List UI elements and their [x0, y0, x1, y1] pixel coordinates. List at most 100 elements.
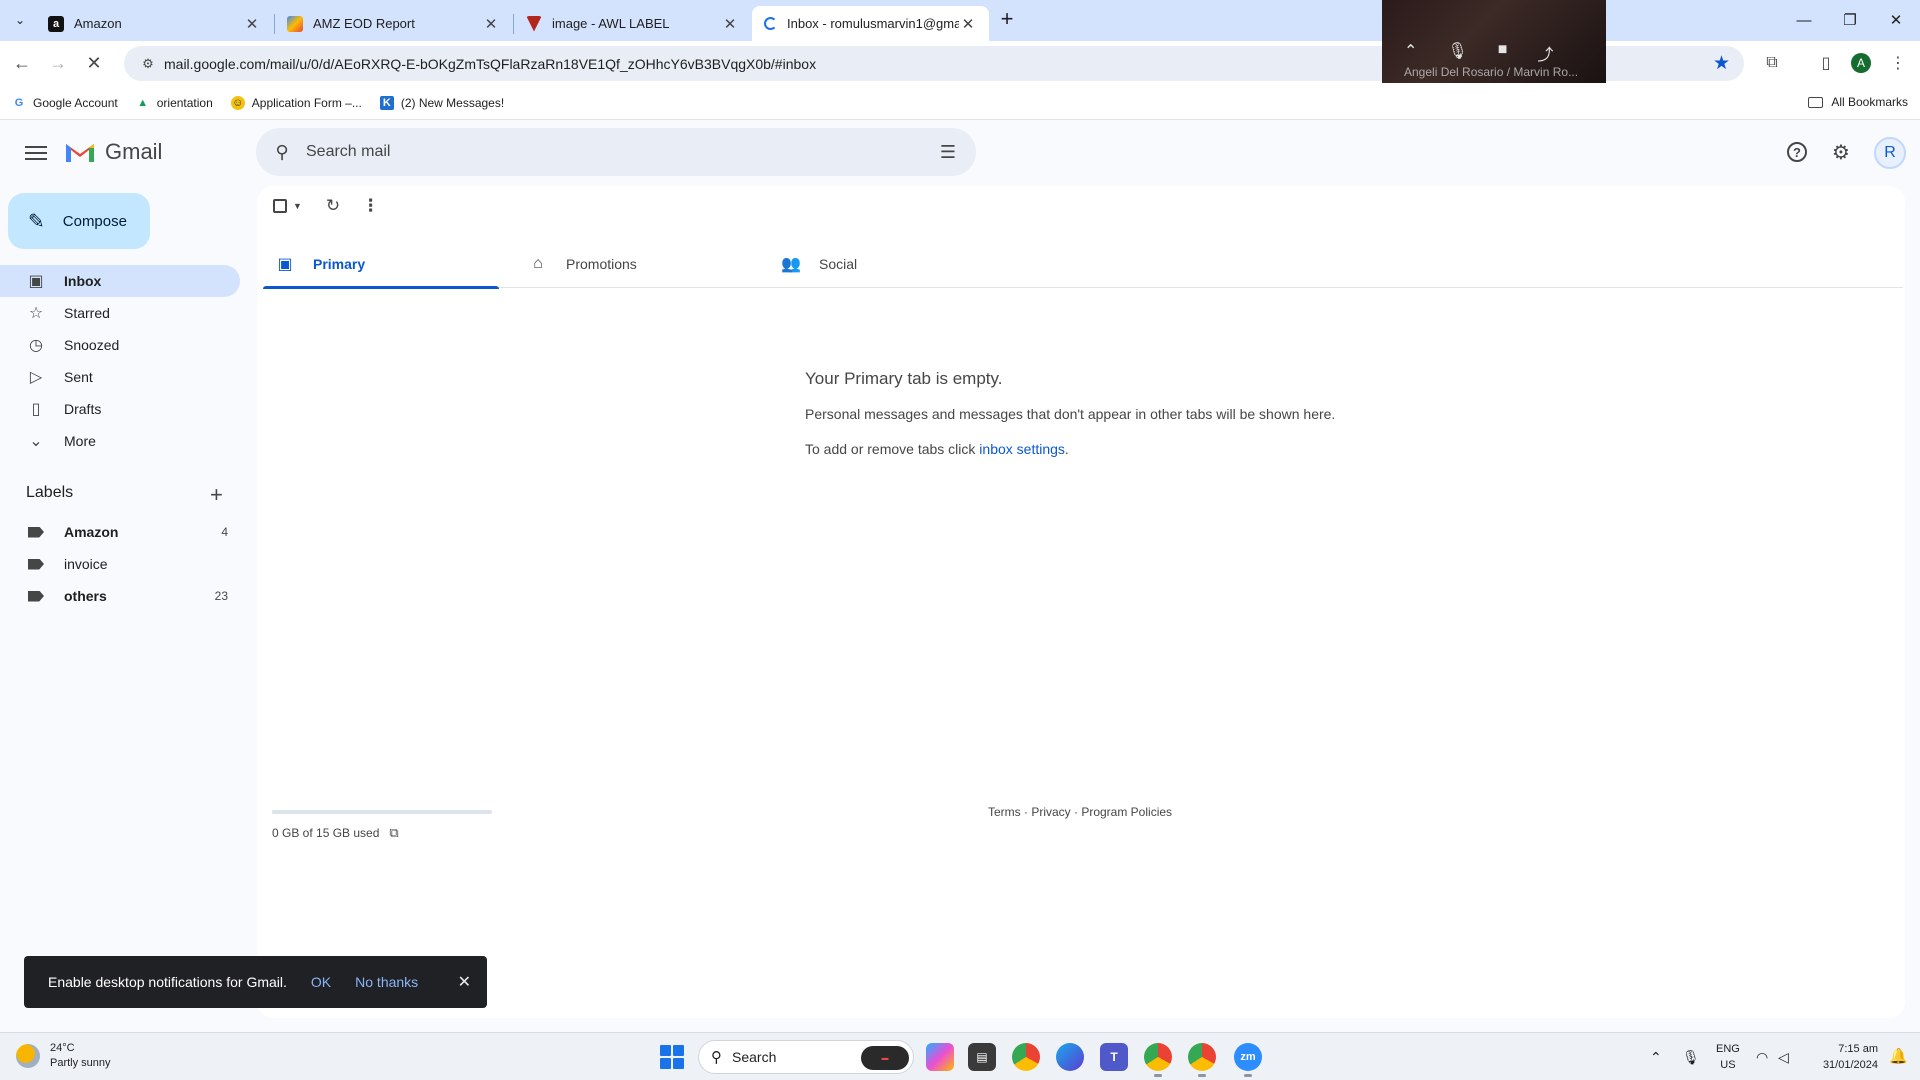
- mic-muted-icon[interactable]: 🎙: [1447, 41, 1467, 65]
- restore-icon[interactable]: ❐: [1827, 0, 1873, 40]
- close-tab-icon[interactable]: ✕: [243, 15, 261, 33]
- bookmark-new-messages[interactable]: K (2) New Messages!: [379, 95, 504, 110]
- footer-links[interactable]: Terms · Privacy · Program Policies: [988, 805, 1172, 819]
- gmail-logo[interactable]: Gmail: [64, 139, 162, 165]
- snackbar-message: Enable desktop notifications for Gmail.: [48, 974, 287, 990]
- chrome-profile-b-icon[interactable]: [1188, 1043, 1216, 1077]
- taskbar-search[interactable]: ⚲ Search ▬: [698, 1040, 914, 1074]
- forward-arrow-icon[interactable]: →: [44, 49, 72, 77]
- camera-icon[interactable]: ■: [1498, 41, 1508, 65]
- avatar-initial: R: [1884, 144, 1896, 161]
- nav-more[interactable]: ⌄ More: [0, 425, 240, 457]
- account-avatar[interactable]: R: [1874, 137, 1906, 169]
- search-mail-bar[interactable]: ⚲ Search mail ☰: [256, 128, 976, 176]
- close-tab-icon[interactable]: ✕: [959, 15, 977, 33]
- stop-loading-icon[interactable]: ✕: [80, 49, 108, 77]
- browser-tab-awl-label[interactable]: image - AWL LABEL ✕: [514, 6, 751, 41]
- wifi-icon[interactable]: ◠: [1756, 1033, 1768, 1080]
- search-options-icon[interactable]: ☰: [928, 142, 968, 163]
- hint-text: To add or remove tabs click: [805, 441, 980, 457]
- refresh-icon[interactable]: ↻: [326, 196, 340, 216]
- system-clock[interactable]: 7:15 am 31/01/2024: [1823, 1041, 1878, 1073]
- weather-widget[interactable]: 24°C Partly sunny: [16, 1041, 111, 1071]
- close-tab-icon[interactable]: ✕: [482, 15, 500, 33]
- url-text[interactable]: mail.google.com/mail/u/0/d/AEoRXRQ-E-bOK…: [164, 56, 816, 72]
- extensions-icon[interactable]: ⧉: [1758, 49, 1786, 77]
- search-input[interactable]: Search mail: [306, 143, 928, 161]
- label-others[interactable]: others 23: [0, 580, 240, 612]
- settings-gear-icon[interactable]: ⚙: [1827, 138, 1855, 166]
- volume-icon[interactable]: ◁: [1778, 1033, 1789, 1080]
- new-tab-button[interactable]: +: [995, 8, 1019, 32]
- label-amazon[interactable]: Amazon 4: [0, 516, 240, 548]
- bookmark-star-icon[interactable]: ★: [1713, 52, 1730, 75]
- edge-icon[interactable]: [1056, 1043, 1084, 1071]
- back-arrow-icon[interactable]: ←: [8, 49, 36, 77]
- clock-icon: ◷: [29, 337, 43, 354]
- nav-starred[interactable]: ☆ Starred: [0, 297, 240, 329]
- bookmark-label: orientation: [156, 95, 213, 110]
- snackbar-no-thanks-button[interactable]: No thanks: [355, 974, 418, 990]
- all-bookmarks-button[interactable]: All Bookmarks: [1808, 95, 1908, 109]
- minimize-icon[interactable]: —: [1781, 0, 1827, 40]
- label-invoice[interactable]: invoice: [0, 548, 240, 580]
- more-options-icon[interactable]: ⋮: [362, 196, 379, 216]
- windows-start-icon[interactable]: [660, 1045, 684, 1069]
- microphone-icon[interactable]: 🎙: [1682, 1033, 1700, 1080]
- search-highlight-badge: ▬: [861, 1046, 909, 1070]
- form-icon: ☺: [230, 95, 245, 110]
- snackbar-close-icon[interactable]: ✕: [458, 972, 471, 992]
- labels-heading: Labels: [26, 484, 74, 501]
- browser-toolbar: ← → ✕ ⚙ mail.google.com/mail/u/0/d/AEoRX…: [0, 41, 1920, 86]
- show-hidden-icons-chevron-icon[interactable]: ⌃: [1650, 1033, 1662, 1080]
- bookmark-orientation[interactable]: ▲ orientation: [136, 96, 213, 110]
- nav-sent[interactable]: ▷ Sent: [0, 361, 240, 393]
- bookmark-application-form[interactable]: ☺ Application Form –...: [230, 95, 362, 110]
- chevron-up-icon[interactable]: ⌃: [1404, 41, 1417, 65]
- tab-promotions[interactable]: ⌂ Promotions: [516, 240, 752, 288]
- close-window-icon[interactable]: ✕: [1873, 0, 1919, 40]
- compose-button[interactable]: ✎ Compose: [8, 193, 150, 249]
- copilot-icon[interactable]: [926, 1043, 954, 1071]
- select-dropdown-icon[interactable]: ▼: [293, 201, 302, 211]
- chrome-icon[interactable]: [1012, 1043, 1040, 1071]
- video-call-overlay[interactable]: ⌃ 🎙 ■ ⤴ Angeli Del Rosario / Marvin Ro..…: [1382, 0, 1606, 83]
- search-icon[interactable]: ⚲: [270, 142, 294, 163]
- open-in-new-icon[interactable]: ⧉: [389, 825, 398, 841]
- chrome-profile-a-icon[interactable]: [1144, 1043, 1172, 1077]
- create-label-plus-icon[interactable]: +: [210, 482, 223, 508]
- main-menu-icon[interactable]: [22, 142, 50, 166]
- notification-bell-icon[interactable]: 🔔: [1889, 1047, 1908, 1065]
- label-tag-icon: [28, 558, 44, 570]
- profile-button[interactable]: A: [1847, 49, 1875, 77]
- zoom-icon[interactable]: zm: [1234, 1043, 1262, 1077]
- chevron-down-icon: ⌄: [29, 433, 43, 450]
- nav-label: Starred: [64, 305, 110, 321]
- input-language-indicator[interactable]: ENG US: [1716, 1041, 1740, 1073]
- nav-inbox[interactable]: ▣ Inbox: [0, 265, 240, 297]
- profile-avatar: A: [1851, 53, 1871, 73]
- nav-snoozed[interactable]: ◷ Snoozed: [0, 329, 240, 361]
- side-panel-icon[interactable]: ▯: [1812, 49, 1840, 77]
- browser-menu-icon[interactable]: ⋮: [1884, 49, 1912, 77]
- select-all-checkbox[interactable]: [273, 199, 287, 213]
- browser-tab-amz-eod-report[interactable]: AMZ EOD Report ✕: [275, 6, 512, 41]
- tab-title: AMZ EOD Report: [313, 16, 415, 31]
- site-info-icon[interactable]: ⚙: [132, 56, 164, 72]
- file-explorer-icon[interactable]: ▤: [968, 1043, 996, 1071]
- tab-search-chevron-icon[interactable]: ⌄: [8, 8, 32, 32]
- nav-drafts[interactable]: ▯ Drafts: [0, 393, 240, 425]
- amazon-icon: a: [48, 15, 64, 32]
- tab-primary[interactable]: ▣ Primary: [263, 240, 499, 289]
- browser-tab-amazon[interactable]: a Amazon ✕: [36, 6, 273, 41]
- teams-icon[interactable]: T: [1100, 1043, 1128, 1071]
- tab-label: Social: [819, 256, 858, 272]
- tab-social[interactable]: 👥 Social: [769, 240, 1005, 288]
- bookmark-google-account[interactable]: G Google Account: [12, 96, 118, 110]
- share-icon[interactable]: ⤴: [1537, 41, 1553, 65]
- snackbar-ok-button[interactable]: OK: [311, 974, 331, 990]
- support-button[interactable]: ?: [1783, 138, 1811, 166]
- close-tab-icon[interactable]: ✕: [721, 15, 739, 33]
- browser-tab-gmail-inbox[interactable]: Inbox - romulusmarvin1@gmail.com ✕: [752, 6, 989, 41]
- inbox-settings-link[interactable]: inbox settings: [979, 441, 1065, 457]
